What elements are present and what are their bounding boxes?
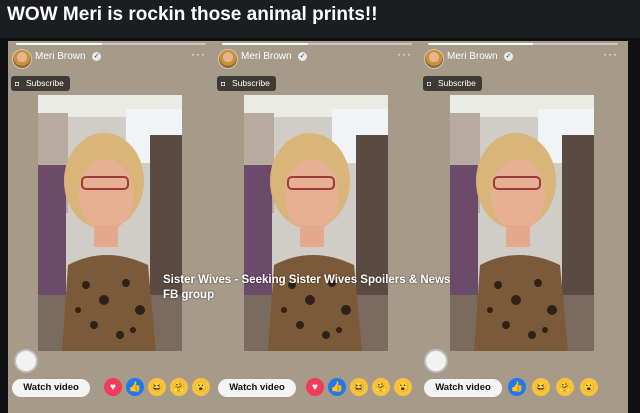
progress-bar — [16, 43, 206, 45]
wow-icon[interactable]: 😮 — [192, 378, 210, 396]
progress-fill — [222, 43, 308, 45]
video-panel-2[interactable]: Meri Brown ✓ ··· ◘ Subscribe Watch video … — [214, 41, 422, 413]
verified-badge-icon: ✓ — [92, 52, 101, 61]
heart-icon[interactable]: ♥ — [104, 378, 122, 396]
subscribe-label: Subscribe — [438, 78, 476, 88]
wow-icon[interactable]: 😮 — [580, 378, 598, 396]
scrub-handle[interactable] — [14, 349, 38, 373]
subscribe-icon: ◘ — [427, 81, 432, 88]
progress-bar — [428, 43, 618, 45]
avatar[interactable] — [218, 49, 238, 69]
heart-icon[interactable]: ♥ — [306, 378, 324, 396]
watch-video-button[interactable]: Watch video — [12, 379, 90, 397]
video-still — [244, 95, 388, 351]
verified-badge-icon: ✓ — [504, 52, 513, 61]
wow-icon[interactable]: 😮 — [394, 378, 412, 396]
haha-icon[interactable]: 😆 — [148, 378, 166, 396]
care-icon[interactable]: 🤗 — [170, 378, 188, 396]
watch-video-button[interactable]: Watch video — [218, 379, 296, 397]
video-frame[interactable] — [450, 95, 594, 351]
like-icon[interactable]: 👍 — [126, 378, 144, 396]
watermark-line-1: Sister Wives - Seeking Sister Wives Spoi… — [163, 274, 451, 286]
subscribe-label: Subscribe — [232, 78, 270, 88]
avatar[interactable] — [424, 49, 444, 69]
author-name[interactable]: Meri Brown — [35, 51, 86, 62]
subscribe-button[interactable]: ◘ Subscribe — [423, 76, 482, 91]
haha-icon[interactable]: 😆 — [532, 378, 550, 396]
more-options-icon[interactable]: ··· — [397, 47, 412, 61]
video-frame[interactable] — [244, 95, 388, 351]
subscribe-icon: ◘ — [221, 81, 226, 88]
subscribe-icon: ◘ — [15, 81, 20, 88]
haha-icon[interactable]: 😆 — [350, 378, 368, 396]
watch-video-button[interactable]: Watch video — [424, 379, 502, 397]
video-still — [450, 95, 594, 351]
post-title: WOW Meri is rockin those animal prints!! — [7, 4, 378, 25]
more-options-icon[interactable]: ··· — [191, 47, 206, 61]
subscribe-button[interactable]: ◘ Subscribe — [11, 76, 70, 91]
video-panel-1[interactable]: Meri Brown ✓ ··· ◘ Subscribe Watch video … — [8, 41, 216, 413]
scrub-handle[interactable] — [424, 349, 448, 373]
watermark-line-2: FB group — [163, 289, 215, 301]
care-icon[interactable]: 🤗 — [372, 378, 390, 396]
video-frame[interactable] — [38, 95, 182, 351]
video-panel-3[interactable]: Meri Brown ✓ ··· ◘ Subscribe Watch video … — [420, 41, 628, 413]
watermark-text: Sister Wives - Seeking Sister Wives Spoi… — [163, 273, 483, 303]
avatar[interactable] — [12, 49, 32, 69]
author-name[interactable]: Meri Brown — [447, 51, 498, 62]
progress-fill — [16, 43, 102, 45]
care-icon[interactable]: 🤗 — [556, 378, 574, 396]
progress-bar — [222, 43, 412, 45]
like-icon[interactable]: 👍 — [328, 378, 346, 396]
author-name[interactable]: Meri Brown — [241, 51, 292, 62]
verified-badge-icon: ✓ — [298, 52, 307, 61]
video-still — [38, 95, 182, 351]
like-icon[interactable]: 👍 — [508, 378, 526, 396]
subscribe-label: Subscribe — [26, 78, 64, 88]
more-options-icon[interactable]: ··· — [603, 47, 618, 61]
progress-fill — [428, 43, 533, 45]
subscribe-button[interactable]: ◘ Subscribe — [217, 76, 276, 91]
